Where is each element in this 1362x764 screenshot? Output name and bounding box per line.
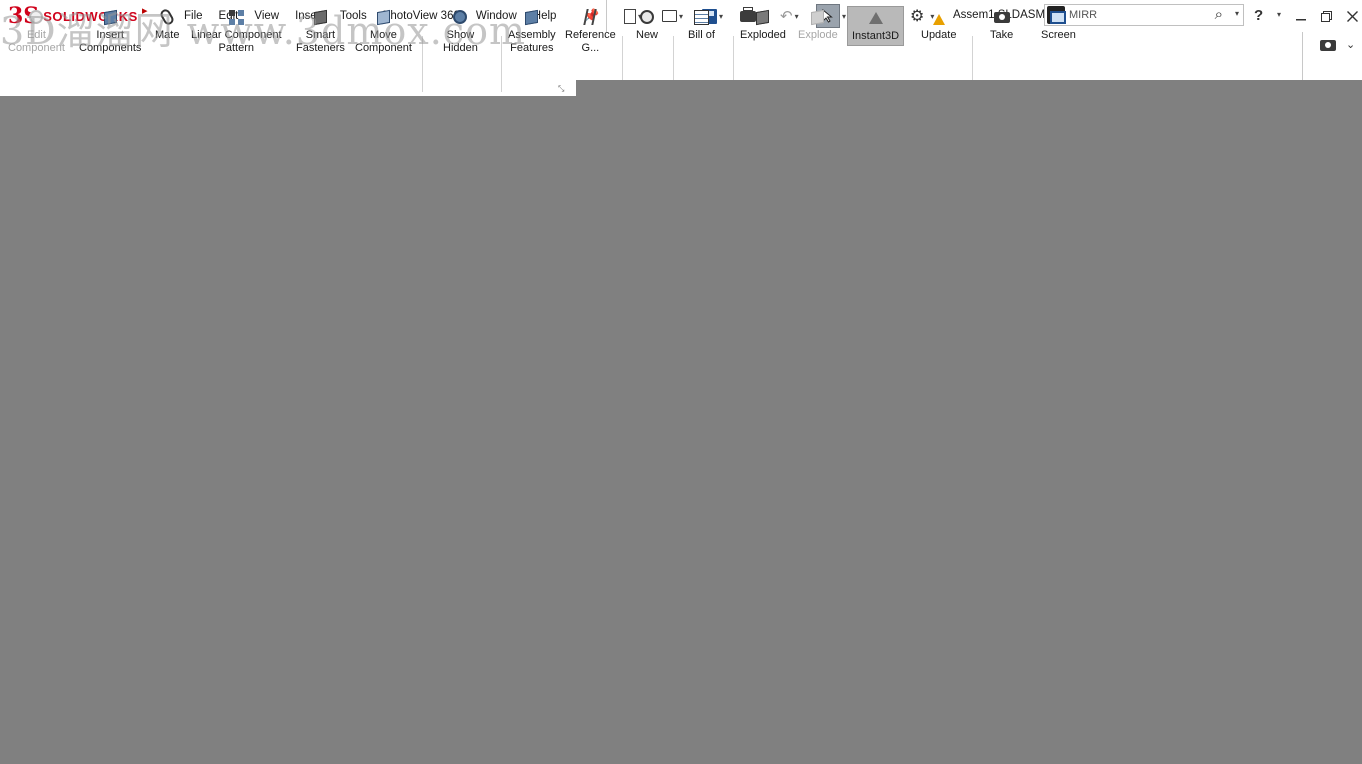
update-warning-icon: [932, 13, 945, 25]
search-input[interactable]: [1069, 9, 1199, 21]
bill-of-materials-button[interactable]: Bill of: [688, 8, 715, 42]
new-document-icon: [624, 8, 636, 24]
new-motion-study-button[interactable]: New: [636, 8, 658, 42]
graphics-area-top[interactable]: [576, 80, 1362, 96]
button-label: Bill of: [688, 29, 715, 41]
divider: [622, 36, 623, 80]
minimize-button[interactable]: [1291, 6, 1311, 26]
chevron-down-icon[interactable]: ▾: [842, 12, 846, 21]
reference-geometry-button[interactable]: Reference G...: [565, 8, 616, 55]
button-label: Update: [921, 29, 957, 41]
watermark: 3D溜溜网 www.3dmox.com: [0, 9, 526, 53]
open-folder-icon: [662, 10, 677, 22]
help-icon[interactable]: ?: [1254, 7, 1263, 24]
instant3d-icon: [868, 12, 883, 24]
graphics-area[interactable]: [0, 96, 1362, 764]
button-label: Explode: [798, 29, 838, 41]
chevron-down-icon[interactable]: ⌄: [1346, 38, 1355, 51]
search-icon[interactable]: ⌕: [1215, 6, 1223, 23]
camera-icon[interactable]: [1320, 40, 1336, 51]
screen-capture-button[interactable]: Screen: [1041, 8, 1076, 42]
exploded-view-icon: [756, 9, 770, 25]
button-label: Reference: [565, 29, 616, 41]
assembly-features-icon: [525, 9, 539, 25]
camera-icon: [993, 11, 1010, 23]
chevron-down-icon[interactable]: ▾: [679, 12, 683, 21]
button-label: Screen: [1041, 29, 1076, 41]
chevron-down-icon[interactable]: ▾: [1277, 10, 1281, 19]
divider: [1302, 32, 1303, 80]
restore-button[interactable]: [1316, 6, 1336, 26]
exploded-view-button[interactable]: Exploded: [740, 8, 786, 42]
explode-line-sketch-button[interactable]: Explode: [798, 8, 838, 42]
reference-geometry-icon: [583, 9, 598, 25]
divider: [733, 36, 734, 80]
open-document-button[interactable]: ▾: [662, 5, 683, 27]
button-label: Instant3D: [852, 30, 900, 42]
screen-capture-icon: [1050, 10, 1067, 24]
divider: [673, 36, 674, 80]
close-button[interactable]: [1342, 6, 1362, 26]
chevron-down-icon[interactable]: ▾: [1235, 9, 1239, 18]
command-manager-overflow: [0, 80, 576, 96]
new-motion-study-icon: [640, 10, 654, 24]
bill-of-materials-icon: [693, 9, 709, 25]
update-speedpak-button[interactable]: Update: [921, 8, 956, 42]
take-snapshot-button[interactable]: Take: [990, 8, 1013, 42]
button-label: New: [636, 29, 659, 41]
button-label: G...: [581, 42, 600, 54]
instant3d-button[interactable]: Instant3D: [847, 6, 905, 46]
chevron-down-icon[interactable]: ▾: [719, 12, 723, 21]
divider: [972, 36, 973, 80]
button-label: Exploded: [740, 29, 786, 41]
explode-line-icon: [811, 9, 825, 25]
expand-toolbar-icon[interactable]: ⤡: [558, 84, 564, 94]
button-label: Take: [990, 29, 1014, 41]
